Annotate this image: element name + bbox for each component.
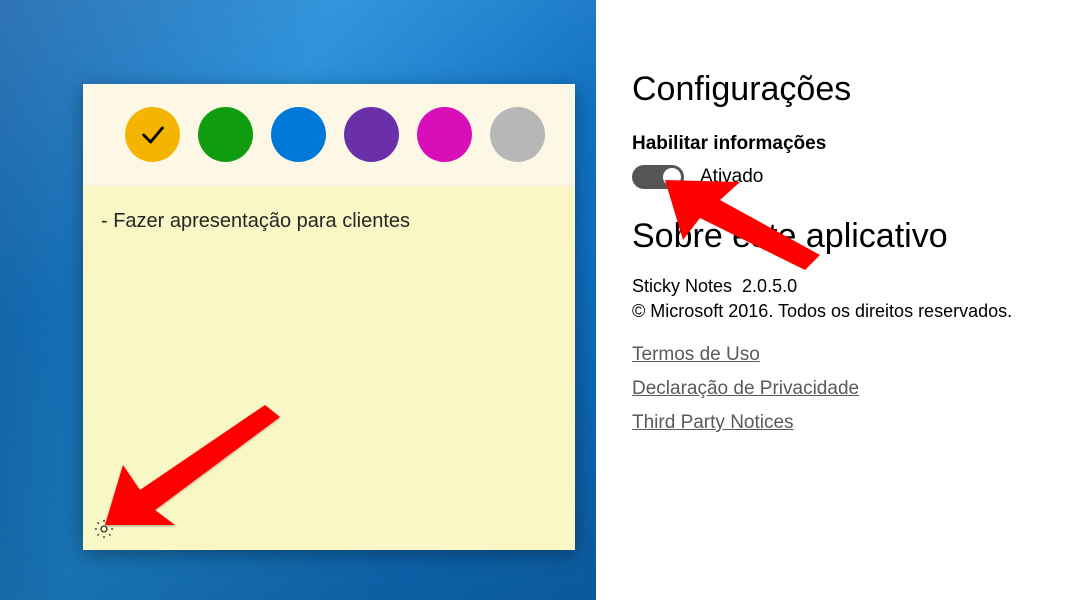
color-swatch-purple[interactable] [344, 107, 399, 162]
link-terms[interactable]: Termos de Uso [632, 344, 760, 366]
copyright-text: © Microsoft 2016. Todos os direitos rese… [632, 301, 1040, 322]
link-privacy[interactable]: Declaração de Privacidade [632, 378, 859, 400]
checkmark-icon [139, 121, 167, 149]
color-swatch-gray[interactable] [490, 107, 545, 162]
enable-insights-toggle-row: Ativado [632, 165, 1040, 189]
settings-gear-icon[interactable] [93, 518, 115, 540]
note-content-area[interactable]: - Fazer apresentação para clientes [83, 186, 575, 550]
color-swatch-blue[interactable] [271, 107, 326, 162]
toggle-state-label: Ativado [700, 166, 763, 188]
app-name: Sticky Notes [632, 276, 732, 296]
app-version: 2.0.5.0 [742, 276, 797, 296]
enable-insights-toggle[interactable] [632, 165, 684, 189]
link-third-party[interactable]: Third Party Notices [632, 412, 794, 434]
color-swatch-yellow[interactable] [125, 107, 180, 162]
toggle-knob [663, 168, 681, 186]
color-picker-strip [83, 84, 575, 186]
about-title: Sobre este aplicativo [632, 217, 1040, 256]
about-links: Termos de Uso Declaração de Privacidade … [632, 344, 1040, 434]
color-swatch-green[interactable] [198, 107, 253, 162]
settings-pane: Configurações Habilitar informações Ativ… [596, 0, 1070, 600]
settings-title: Configurações [632, 70, 1040, 109]
enable-insights-label: Habilitar informações [632, 133, 1040, 155]
note-text: - Fazer apresentação para clientes [101, 210, 410, 232]
app-version-line: Sticky Notes 2.0.5.0 [632, 276, 1040, 297]
color-swatch-magenta[interactable] [417, 107, 472, 162]
sticky-note-window: - Fazer apresentação para clientes [83, 84, 575, 550]
